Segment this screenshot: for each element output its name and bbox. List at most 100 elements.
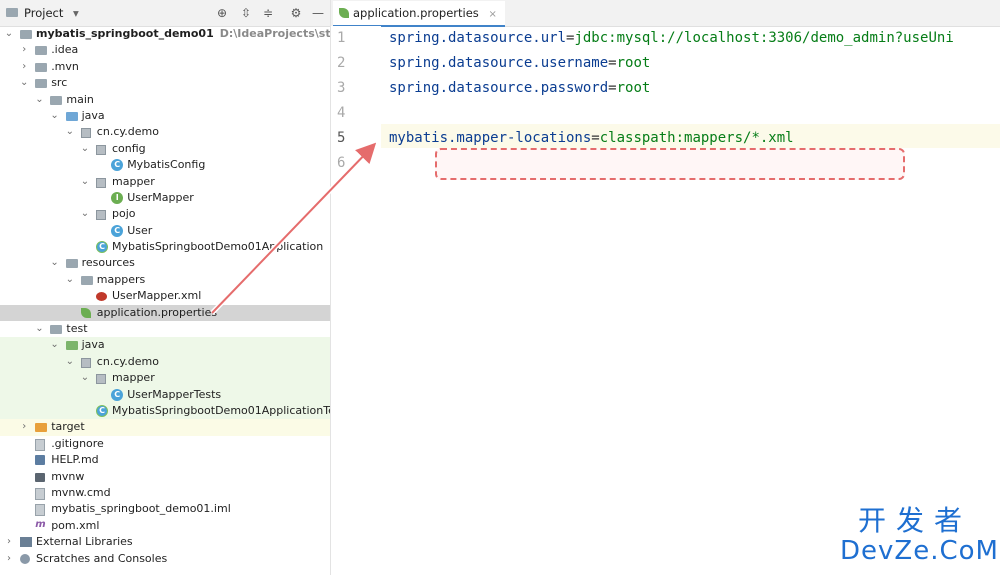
tree-node[interactable]: UserMapper.xml: [0, 288, 330, 304]
tree-node[interactable]: application.properties: [0, 304, 330, 322]
tree-node[interactable]: ⌄ mappers: [0, 272, 330, 288]
tab-label: application.properties: [353, 6, 479, 20]
property-key: spring.datasource.url: [389, 30, 567, 46]
tree-node-label: src: [51, 76, 68, 90]
chevron-right-icon[interactable]: ›: [19, 59, 29, 75]
tree-node-label: cn.cy.demo: [96, 125, 159, 139]
chevron-right-icon[interactable]: ›: [19, 42, 29, 58]
chevron-down-icon[interactable]: ⌄: [80, 370, 90, 386]
chevron-right-icon[interactable]: ›: [4, 534, 14, 550]
property-val: classpath:mappers/*.xml: [599, 130, 794, 146]
chevron-down-icon[interactable]: ⌄: [34, 92, 44, 108]
gear-icon[interactable]: ⚙: [288, 5, 304, 21]
tree-node[interactable]: mvnw: [0, 469, 330, 485]
project-view-selector[interactable]: Project ▾: [6, 6, 79, 20]
tree-node-label: application.properties: [96, 305, 218, 319]
tree-node[interactable]: ⌄ pojo: [0, 206, 330, 222]
collapse-all-icon[interactable]: ≑: [260, 5, 276, 21]
tree-node-label: pojo: [112, 207, 136, 221]
tree-node[interactable]: ⌄ test: [0, 321, 330, 337]
tree-node[interactable]: ⌄ mybatis_springboot_demo01 D:\IdeaProject…: [0, 26, 330, 42]
chevron-down-icon[interactable]: ⌄: [80, 174, 90, 190]
tree-node[interactable]: ⌄ mapper: [0, 174, 330, 190]
folder-icon: [50, 325, 63, 335]
tree-node-label: MybatisConfig: [127, 158, 206, 172]
tree-node[interactable]: › target: [0, 419, 330, 436]
tree-node-label: mapper: [112, 174, 155, 188]
close-icon[interactable]: ×: [488, 9, 496, 20]
chevron-down-icon[interactable]: ⌄: [50, 108, 60, 124]
tree-node-label: User: [127, 223, 153, 237]
tree-node[interactable]: C User: [0, 223, 330, 239]
chevron-down-icon[interactable]: ⌄: [80, 141, 90, 157]
property-eq: =: [608, 55, 617, 71]
tree-node[interactable]: ⌄ mapper: [0, 370, 330, 387]
tree-node[interactable]: HELP.md: [0, 452, 330, 468]
tree-node[interactable]: ⌄ cn.cy.demo: [0, 124, 330, 140]
library-icon: [20, 537, 32, 548]
line-number: 3: [337, 80, 346, 96]
tree-node[interactable]: ⌄ config: [0, 141, 330, 157]
tree-node[interactable]: C UserMapperTests: [0, 386, 330, 403]
tree-node-label: java: [81, 108, 105, 122]
tree-node-label: mapper: [112, 371, 155, 385]
tree-node[interactable]: › Scratches and Consoles: [0, 551, 330, 567]
tree-node[interactable]: mybatis_springboot_demo01.iml: [0, 501, 330, 517]
chevron-right-icon[interactable]: ›: [4, 551, 14, 567]
folder-icon: [35, 46, 48, 56]
chevron-down-icon[interactable]: ⌄: [65, 124, 75, 140]
tree-node[interactable]: ⌄ resources: [0, 255, 330, 271]
chevron-down-icon[interactable]: ⌄: [4, 26, 14, 42]
project-path-hint: D:\IdeaProjects\study\mybatis_: [219, 27, 331, 40]
tree-node[interactable]: .gitignore: [0, 436, 330, 452]
source-folder-icon: [65, 111, 78, 121]
watermark-en: DevZe.CoM: [840, 536, 999, 566]
locate-icon[interactable]: ⊕: [214, 5, 230, 21]
tree-node-label: .mvn: [51, 59, 79, 73]
tab-application-properties[interactable]: application.properties ×: [333, 1, 505, 27]
line-number: 6: [337, 155, 346, 171]
package-icon: [96, 210, 106, 221]
tree-node[interactable]: ⌄ java: [0, 108, 330, 124]
tree-node-label: mvnw.cmd: [51, 485, 111, 499]
resources-folder-icon: [65, 259, 78, 269]
folder-icon: [35, 62, 48, 72]
tree-node[interactable]: m pom.xml: [0, 518, 330, 534]
chevron-down-icon[interactable]: ⌄: [50, 337, 60, 353]
tree-node[interactable]: ⌄ main: [0, 92, 330, 108]
code-line: spring.datasource.url=jdbc:mysql://local…: [389, 30, 954, 46]
tree-node[interactable]: ⌄ cn.cy.demo: [0, 353, 330, 371]
tree-node[interactable]: › .idea: [0, 42, 330, 58]
editor-area: application.properties × 1 2 3 4 5 6 spring.d…: [331, 0, 1000, 575]
project-panel-header: Project ▾ ⊕ ⇳ ≑ ⚙ —: [0, 0, 330, 27]
tree-node[interactable]: C MybatisConfig: [0, 157, 330, 173]
tree-node[interactable]: › External Libraries: [0, 534, 330, 550]
minimize-icon[interactable]: —: [310, 5, 326, 21]
expand-all-icon[interactable]: ⇳: [238, 5, 254, 21]
tree-node[interactable]: ⌄ java: [0, 337, 330, 354]
mybatis-xml-icon: [96, 292, 107, 302]
tree-node-label: pom.xml: [51, 518, 100, 532]
chevron-down-icon[interactable]: ⌄: [19, 75, 29, 91]
folder-icon: [80, 275, 93, 285]
tree-node[interactable]: mvnw.cmd: [0, 485, 330, 501]
tree-node[interactable]: ⌄ src: [0, 75, 330, 91]
property-val: root: [616, 55, 651, 71]
project-icon: [6, 8, 18, 17]
package-icon: [80, 357, 91, 368]
chevron-down-icon[interactable]: ⌄: [34, 321, 44, 337]
code-editor[interactable]: spring.datasource.url = jdbc:mysql://local…: [389, 26, 1000, 575]
chevron-down-icon[interactable]: ⌄: [65, 272, 75, 288]
tree-node[interactable]: C MybatisSpringbootDemo01Application: [0, 239, 330, 255]
code-line: mybatis.mapper-locations=classpath:mappe…: [389, 130, 794, 146]
package-icon: [80, 128, 91, 139]
tree-node-label: UserMapper: [127, 190, 194, 204]
chevron-down-icon[interactable]: ⌄: [80, 206, 90, 222]
chevron-down-icon[interactable]: ⌄: [65, 354, 75, 370]
chevron-right-icon[interactable]: ›: [19, 419, 29, 435]
tree-node[interactable]: C MybatisSpringbootDemo01ApplicationTests: [0, 402, 330, 420]
tree-node[interactable]: › .mvn: [0, 59, 330, 75]
tree-node-label: UserMapperTests: [127, 387, 222, 401]
tree-node[interactable]: I UserMapper: [0, 190, 330, 206]
chevron-down-icon[interactable]: ⌄: [50, 255, 60, 271]
